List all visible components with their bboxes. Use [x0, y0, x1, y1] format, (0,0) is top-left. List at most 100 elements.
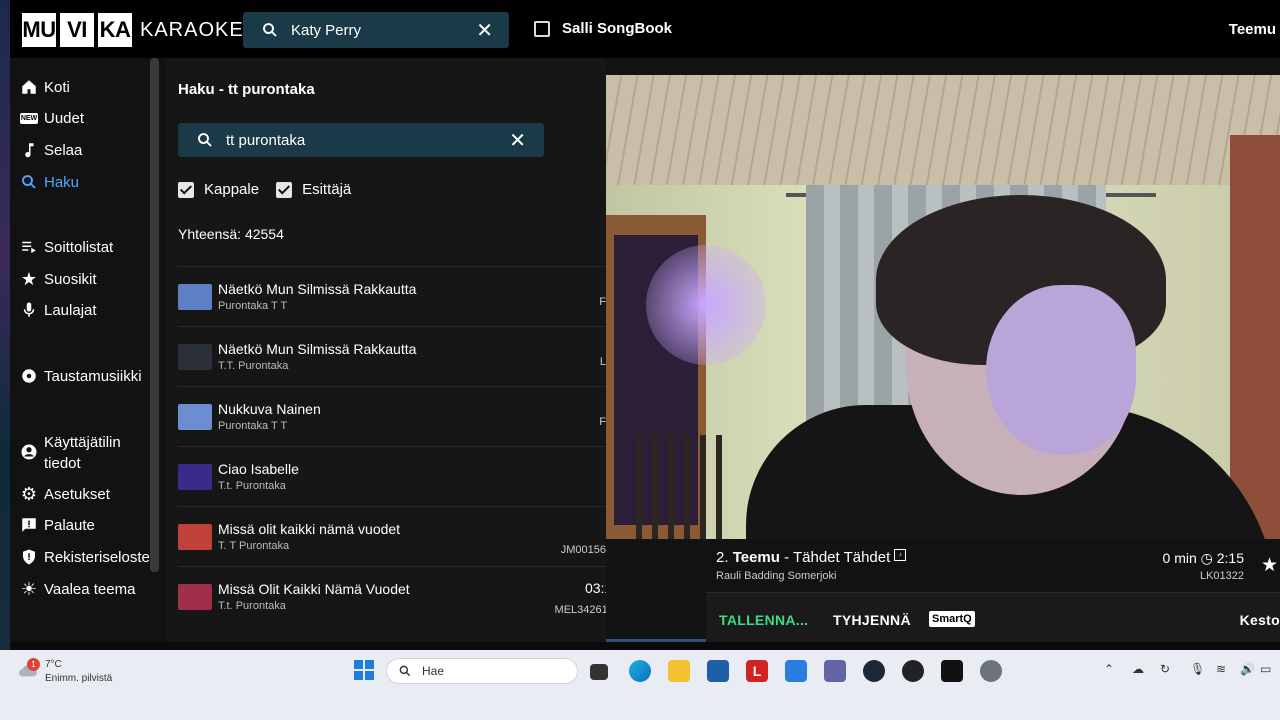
weather-desc: Enimm. pilvistä — [45, 673, 113, 684]
sidebar: Koti NEW Uudet Selaa Haku Soittolistat ★… — [10, 58, 166, 642]
taskbar: 1 7°C Enimm. pilvistä Hae L ⌃ ☁ ↻ 🎙 ≋ 🔊 ▭ — [0, 650, 1280, 720]
song-code: MEL3426123 — [554, 604, 606, 616]
duration-label[interactable]: Kesto — [1240, 612, 1280, 628]
song-code: JM00156 — [560, 544, 606, 556]
store-icon[interactable] — [707, 660, 729, 682]
user-name[interactable]: Teemu — [1229, 21, 1276, 38]
song-thumbnail — [178, 403, 212, 430]
sidebar-item-label: Rekisteriseloste — [44, 548, 150, 566]
search-icon — [263, 23, 277, 37]
sidebar-item-label: Soittolistat — [44, 238, 114, 256]
song-thumbnail — [178, 463, 212, 490]
sidebar-item-kayttajatili[interactable]: Käyttäjätilin tiedot — [20, 432, 128, 474]
steam-icon[interactable] — [863, 660, 885, 682]
song-artist: T.T. Purontaka — [218, 360, 289, 372]
list-item[interactable]: Nukkuva Nainen Purontaka T T F — [178, 386, 606, 446]
salli-songbook-toggle[interactable]: Salli SongBook — [534, 20, 672, 37]
list-item[interactable]: Näetkö Mun Silmissä Rakkautta T.T. Puront… — [178, 326, 606, 386]
teams-icon[interactable] — [824, 660, 846, 682]
search-filters: Kappale Esittäjä — [178, 181, 351, 198]
video-person-hand — [986, 285, 1136, 455]
sidebar-item-taustamusiikki[interactable]: Taustamusiikki — [20, 367, 142, 385]
sidebar-item-koti[interactable]: Koti — [20, 78, 70, 96]
video-right-shelf — [1230, 135, 1280, 539]
sidebar-item-label: Vaalea teema — [44, 580, 136, 598]
smartq-button[interactable]: SmartQ — [929, 611, 975, 627]
song-title: Näetkö Mun Silmissä Rakkautta — [218, 281, 417, 297]
logo-box-1: MU — [22, 13, 56, 47]
sidebar-item-label: Selaa — [44, 141, 83, 159]
home-icon — [20, 78, 38, 96]
clear-search-icon[interactable]: ✕ — [509, 128, 526, 153]
account-icon — [20, 443, 38, 461]
esittaja-checkbox[interactable] — [276, 181, 293, 198]
battery-icon[interactable]: ▭ — [1260, 662, 1271, 676]
now-playing[interactable]: 2. Teemu - Tähdet Tähdet ♪ Rauli Badding … — [706, 539, 1280, 589]
sidebar-item-palaute[interactable]: Palaute — [20, 516, 95, 534]
gear-icon: ⚙ — [20, 483, 38, 504]
microphone-icon[interactable]: 🎙 — [1190, 662, 1205, 676]
esittaja-label: Esittäjä — [302, 181, 352, 198]
vocal-icon: ♪ — [894, 549, 907, 561]
sidebar-scrollbar[interactable] — [150, 58, 159, 572]
search-icon — [399, 665, 411, 677]
salli-checkbox[interactable] — [534, 20, 550, 37]
sidebar-item-asetukset[interactable]: ⚙ Asetukset — [20, 483, 110, 504]
windows-start-icon[interactable] — [354, 660, 374, 680]
star-icon: ★ — [20, 268, 38, 289]
kappale-checkbox[interactable] — [178, 181, 194, 198]
sidebar-item-vaalea-teema[interactable]: ☀ Vaalea teema — [20, 579, 136, 599]
sync-icon[interactable]: ↻ — [1160, 662, 1170, 676]
epic-games-icon[interactable] — [941, 660, 963, 682]
song-artist: T.t. Purontaka — [218, 600, 286, 612]
sidebar-item-rekisteriseloste[interactable]: Rekisteriseloste — [20, 548, 150, 566]
outlook-icon[interactable] — [785, 660, 807, 682]
top-search-value: Katy Perry — [291, 21, 362, 39]
edge-icon[interactable] — [629, 660, 651, 682]
list-item[interactable]: Ciao Isabelle T.t. Purontaka — [178, 446, 606, 506]
sidebar-item-suosikit[interactable]: ★ Suosikit — [20, 268, 97, 289]
settings-gear-icon[interactable] — [980, 660, 1002, 682]
clear-search-icon[interactable]: ✕ — [476, 18, 493, 43]
list-item[interactable]: Missä Olit Kaikki Nämä Vuodet T.t. Puront… — [178, 566, 606, 626]
singer-name: Teemu — [732, 549, 780, 566]
file-explorer-icon[interactable] — [668, 660, 690, 682]
sidebar-item-label: Taustamusiikki — [44, 367, 142, 385]
shield-icon — [20, 548, 38, 566]
sidebar-item-uudet[interactable]: NEW Uudet — [19, 109, 84, 127]
list-item[interactable]: Missä olit kaikki nämä vuodet T. T Puront… — [178, 506, 606, 566]
disc-icon — [20, 367, 38, 385]
logo[interactable]: MU VI KA KARAOKE — [22, 13, 244, 47]
chevron-up-icon[interactable]: ⌃ — [1104, 662, 1114, 676]
save-button[interactable]: TALLENNA... — [719, 612, 808, 628]
clear-button[interactable]: TYHJENNÄ — [833, 612, 911, 628]
sidebar-item-label: Suosikit — [44, 270, 97, 288]
now-playing-title: 2. Teemu - Tähdet Tähdet ♪ — [716, 549, 907, 566]
sidebar-item-laulajat[interactable]: Laulajat — [20, 301, 97, 319]
cloud-icon: 1 — [17, 658, 40, 682]
app-window: MU VI KA KARAOKE Katy Perry ✕ Salli Song… — [10, 0, 1280, 642]
wifi-icon[interactable]: ≋ — [1216, 662, 1226, 676]
search-panel: Haku - tt purontaka tt purontaka ✕ Kappa… — [166, 58, 606, 642]
sidebar-item-selaa[interactable]: Selaa — [20, 141, 82, 159]
taskbar-search-input[interactable]: Hae — [386, 658, 578, 684]
weather-widget[interactable]: 1 7°C Enimm. pilvistä — [17, 658, 112, 686]
sidebar-item-haku[interactable]: Haku — [20, 173, 79, 191]
song-title: Nukkuva Nainen — [218, 401, 321, 417]
cloud-sync-icon[interactable]: ☁ — [1132, 662, 1144, 676]
favorite-star-icon[interactable]: ★ — [1261, 554, 1278, 577]
playlist-icon — [20, 238, 38, 256]
sidebar-item-soittolistat[interactable]: Soittolistat — [20, 238, 113, 256]
speaker-icon[interactable]: 🔊 — [1240, 662, 1255, 676]
search-input[interactable]: tt purontaka ✕ — [178, 123, 544, 157]
app-l-icon[interactable]: L — [746, 660, 768, 682]
salli-label: Salli SongBook — [562, 20, 673, 37]
obs-icon[interactable] — [902, 660, 924, 682]
list-item[interactable]: Näetkö Mun Silmissä Rakkautta Purontaka T… — [178, 266, 606, 326]
video-ceiling — [606, 75, 1280, 185]
task-view-icon[interactable] — [590, 664, 608, 680]
top-search-input[interactable]: Katy Perry ✕ — [243, 12, 509, 48]
song-name: - Tähdet Tähdet — [779, 549, 891, 566]
song-title: Näetkö Mun Silmissä Rakkautta — [218, 341, 417, 357]
song-duration: 03:15 — [584, 580, 606, 596]
